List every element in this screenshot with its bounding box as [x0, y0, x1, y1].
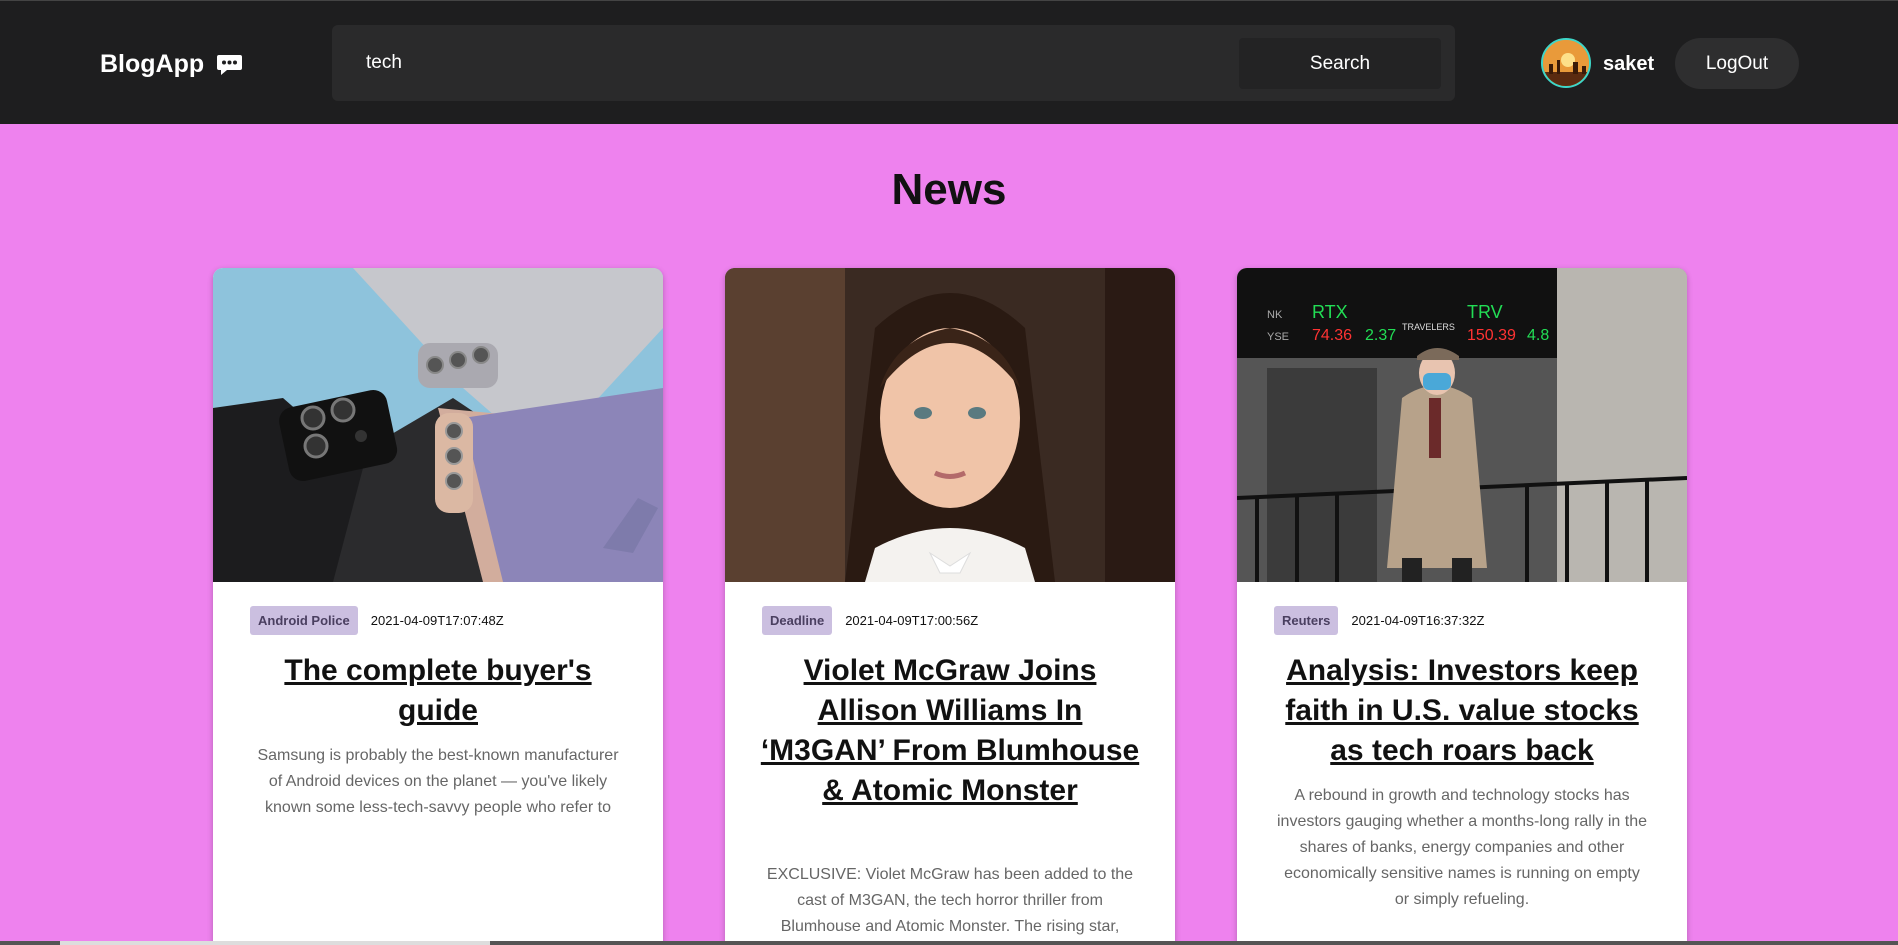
- ticker-side-label-2: YSE: [1267, 331, 1289, 343]
- brand-logo[interactable]: BlogApp: [100, 50, 243, 79]
- username[interactable]: saket: [1603, 53, 1654, 76]
- article-card: RTX 74.36 2.37 TRV 150.39 4.8 TRAVELERS …: [1237, 268, 1687, 945]
- article-card: Deadline 2021-04-09T17:00:56Z Violet McG…: [725, 268, 1175, 945]
- ticker-change-2: 4.8: [1527, 327, 1549, 344]
- ticker-label: TRAVELERS: [1402, 322, 1455, 332]
- source-badge[interactable]: Android Police: [250, 606, 358, 635]
- avatar[interactable]: [1541, 38, 1591, 88]
- source-badge[interactable]: Reuters: [1274, 606, 1339, 635]
- ticker-symbol-2: TRV: [1467, 302, 1503, 322]
- source-badge[interactable]: Deadline: [762, 606, 833, 635]
- article-image: [213, 268, 663, 582]
- brand-name[interactable]: BlogApp: [100, 50, 204, 79]
- article-meta: Reuters 2021-04-09T16:37:32Z: [1274, 606, 1484, 635]
- ticker-change-1: 2.37: [1365, 327, 1396, 344]
- article-meta: Deadline 2021-04-09T17:00:56Z: [762, 606, 978, 635]
- chat-bubble-icon: [216, 54, 243, 76]
- article-card: Android Police 2021-04-09T17:07:48Z The …: [213, 268, 663, 945]
- search-button[interactable]: Search: [1239, 38, 1441, 89]
- article-title-link[interactable]: Violet McGraw Joins Allison Williams In …: [755, 651, 1145, 811]
- search-input[interactable]: [366, 39, 1196, 87]
- navbar: BlogApp Search saket LogOut: [0, 0, 1898, 124]
- logout-button[interactable]: LogOut: [1675, 38, 1799, 89]
- article-title-link[interactable]: The complete buyer's guide: [243, 651, 633, 731]
- article-date: 2021-04-09T17:00:56Z: [845, 613, 979, 628]
- article-date: 2021-04-09T17:07:48Z: [370, 613, 504, 628]
- article-image: RTX 74.36 2.37 TRV 150.39 4.8 TRAVELERS …: [1237, 268, 1687, 582]
- ticker-price-1: 74.36: [1312, 327, 1352, 344]
- article-description: A rebound in growth and technology stock…: [1277, 787, 1647, 908]
- article-date: 2021-04-09T16:37:32Z: [1351, 613, 1485, 628]
- ticker-side-label-1: NK: [1267, 309, 1283, 321]
- article-meta: Android Police 2021-04-09T17:07:48Z: [250, 606, 504, 635]
- search-bar: Search: [332, 25, 1455, 101]
- ticker-price-2: 150.39: [1467, 327, 1516, 344]
- scrollbar-thumb[interactable]: [60, 941, 490, 945]
- article-description: EXCLUSIVE: Violet McGraw has been added …: [766, 866, 1134, 935]
- page-title: News: [891, 165, 1007, 214]
- ticker-symbol-1: RTX: [1312, 302, 1348, 322]
- article-description: Samsung is probably the best-known manuf…: [257, 747, 619, 816]
- article-image: [725, 268, 1175, 582]
- article-title-link[interactable]: Analysis: Investors keep faith in U.S. v…: [1267, 651, 1657, 771]
